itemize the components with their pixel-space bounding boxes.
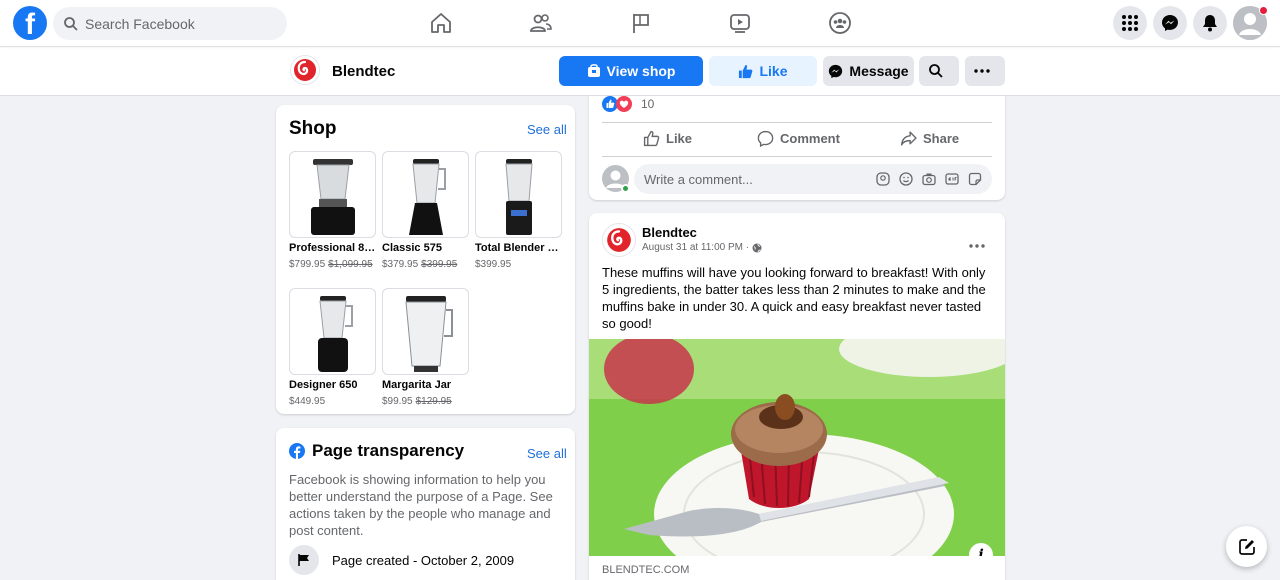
blendtec-logo-icon[interactable] xyxy=(290,55,320,85)
post-timestamp[interactable]: August 31 at 11:00 PM · xyxy=(642,242,762,253)
facebook-icon xyxy=(289,443,305,459)
blender-image xyxy=(382,151,469,238)
comment-input[interactable]: Write a comment... xyxy=(634,164,992,194)
product-price: $379.95 $399.95 xyxy=(382,259,458,270)
product-price: $799.95 $1,099.95 xyxy=(289,259,373,270)
new-message-button[interactable] xyxy=(1226,526,1267,567)
messenger-icon xyxy=(829,64,843,78)
product-item[interactable]: Margarita Jar $99.95 $129.95 xyxy=(382,288,469,408)
jar-image xyxy=(382,288,469,375)
post-more-icon[interactable] xyxy=(969,235,985,253)
notification-dot xyxy=(1259,6,1268,15)
product-name: Classic 575 xyxy=(382,242,442,254)
online-status-dot xyxy=(621,184,630,193)
transparency-see-all-link[interactable]: See all xyxy=(527,446,567,461)
love-reaction-icon xyxy=(616,96,632,112)
comment-action-button[interactable]: Comment xyxy=(757,130,840,147)
reactions-summary[interactable]: 10 xyxy=(602,96,654,112)
link-domain[interactable]: BLENDTEC.COM xyxy=(602,564,689,576)
blender-image xyxy=(289,288,376,375)
search-icon xyxy=(64,16,78,31)
message-label: Message xyxy=(849,63,909,79)
share-action-button[interactable]: Share xyxy=(900,130,959,147)
groups-icon[interactable] xyxy=(827,10,853,36)
shop-see-all-link[interactable]: See all xyxy=(527,122,567,137)
view-shop-button[interactable]: View shop xyxy=(559,56,703,86)
facebook-logo[interactable]: f xyxy=(13,6,47,40)
page-search-button[interactable] xyxy=(919,56,959,86)
compose-icon xyxy=(1238,538,1255,555)
product-item[interactable]: Total Blender Cl... $399.95 xyxy=(475,151,562,271)
transparency-title: Page transparency xyxy=(312,441,465,460)
page-created-text: Page created - October 2, 2009 xyxy=(332,553,515,568)
comment-action-label: Comment xyxy=(780,131,840,146)
notifications-bell-icon[interactable] xyxy=(1193,6,1227,40)
search-icon xyxy=(929,64,943,78)
camera-icon[interactable] xyxy=(922,172,936,186)
product-item[interactable]: Designer 650 $449.95 xyxy=(289,288,376,408)
previous-post-card: 10 Like Comment Share Write a comment... xyxy=(589,90,1005,200)
top-navigation-bar: f Search Facebook xyxy=(0,0,1280,46)
product-name: Designer 650 xyxy=(289,379,358,391)
more-icon xyxy=(974,69,990,73)
divider xyxy=(602,122,992,123)
like-action-button[interactable]: Like xyxy=(643,130,692,147)
product-item[interactable]: Professional 800 $799.95 $1,099.95 xyxy=(289,151,376,271)
search-input[interactable]: Search Facebook xyxy=(53,7,287,40)
watch-icon[interactable] xyxy=(727,10,753,36)
comment-tools xyxy=(876,172,982,186)
flag-icon xyxy=(289,545,319,575)
like-page-button[interactable]: Like xyxy=(709,56,817,86)
product-price: $449.95 xyxy=(289,396,326,407)
page-transparency-card: Page transparency See all Facebook is sh… xyxy=(276,428,575,580)
globe-icon xyxy=(752,243,762,252)
page-name[interactable]: Blendtec xyxy=(332,63,395,80)
commenter-avatar[interactable] xyxy=(602,165,630,193)
like-page-label: Like xyxy=(759,63,788,79)
comment-placeholder: Write a comment... xyxy=(644,171,753,187)
more-options-button[interactable] xyxy=(965,56,1005,86)
friends-icon[interactable] xyxy=(528,10,554,36)
post-text: These muffins will have you looking forw… xyxy=(602,265,986,331)
divider xyxy=(602,156,992,157)
search-placeholder: Search Facebook xyxy=(85,15,195,32)
product-price: $399.95 xyxy=(475,259,512,270)
product-name: Total Blender Cl... xyxy=(475,242,562,254)
like-action-label: Like xyxy=(666,131,693,146)
comment-icon xyxy=(757,130,774,147)
gif-icon[interactable] xyxy=(945,172,959,186)
reaction-count: 10 xyxy=(641,97,655,111)
home-icon[interactable] xyxy=(428,10,454,36)
transparency-description: Facebook is showing information to help … xyxy=(289,472,553,538)
emoji-icon[interactable] xyxy=(899,172,913,186)
post-image[interactable]: i xyxy=(589,339,1005,556)
post-card: Blendtec August 31 at 11:00 PM · These m… xyxy=(589,213,1005,580)
message-button[interactable]: Message xyxy=(823,56,914,86)
avatar-sticker-icon[interactable] xyxy=(876,172,890,186)
product-name: Professional 800 xyxy=(289,242,376,254)
thumbs-up-icon xyxy=(739,64,753,78)
messenger-icon[interactable] xyxy=(1153,6,1187,40)
share-icon xyxy=(900,131,917,146)
blender-image xyxy=(289,151,376,238)
page-header-bar: Blendtec View shop Like Message xyxy=(0,47,1280,96)
share-action-label: Share xyxy=(923,131,960,146)
post-time-text: August 31 at 11:00 PM · xyxy=(642,242,750,253)
menu-grid-icon[interactable] xyxy=(1113,6,1147,40)
blendtec-logo-icon[interactable] xyxy=(602,223,636,257)
post-author[interactable]: Blendtec xyxy=(642,225,697,240)
thumbs-up-icon xyxy=(643,130,660,147)
sticker-icon[interactable] xyxy=(968,172,982,186)
shop-icon xyxy=(587,64,600,77)
blender-image xyxy=(475,151,562,238)
account-avatar[interactable] xyxy=(1233,6,1268,40)
product-price: $99.95 $129.95 xyxy=(382,396,452,407)
pages-flag-icon[interactable] xyxy=(628,10,654,36)
product-item[interactable]: Classic 575 $379.95 $399.95 xyxy=(382,151,469,271)
view-shop-label: View shop xyxy=(606,63,676,79)
shop-title: Shop xyxy=(289,118,337,139)
shop-card: Shop See all Professional 800 $799.95 $1,… xyxy=(276,105,575,414)
product-name: Margarita Jar xyxy=(382,379,452,391)
